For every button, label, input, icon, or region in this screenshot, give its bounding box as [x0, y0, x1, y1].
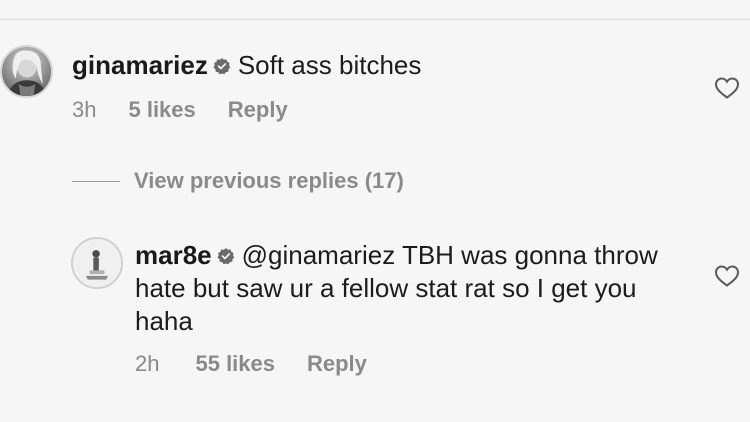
heart-outline-icon[interactable] [714, 264, 740, 288]
comment-meta: 2h 55 likes Reply [135, 351, 367, 377]
heart-outline-icon[interactable] [714, 76, 740, 100]
comment-text-block: mar8e @ginamariez TBH was gonna throw hat… [135, 239, 675, 338]
username[interactable]: mar8e [135, 240, 212, 270]
avatar[interactable] [0, 45, 53, 98]
avatar-photo-icon [73, 239, 121, 287]
comment-time: 2h [135, 351, 160, 376]
comment-text: Soft ass bitches [237, 50, 422, 80]
comment-text: @ginamariez TBH was gonna throw hate but… [135, 240, 658, 336]
reply-button[interactable]: Reply [228, 97, 288, 123]
verified-badge-icon [217, 247, 235, 265]
comment-meta: 3h 5 likes Reply [72, 97, 288, 123]
likes-count[interactable]: 55 likes [195, 351, 275, 377]
top-divider [0, 19, 750, 20]
verified-badge-icon [213, 57, 231, 75]
reply-button[interactable]: Reply [307, 351, 367, 377]
avatar[interactable] [71, 237, 123, 289]
likes-count[interactable]: 5 likes [128, 97, 195, 123]
view-previous-replies-button[interactable]: View previous replies (17) [72, 168, 404, 194]
avatar-photo-icon [7, 50, 47, 96]
replies-divider [72, 180, 120, 182]
username[interactable]: ginamariez [72, 50, 208, 80]
comment-text-block: ginamariez Soft ass bitches [72, 49, 672, 82]
comment-time: 3h [72, 97, 97, 122]
view-replies-label: View previous replies (17) [134, 168, 404, 193]
